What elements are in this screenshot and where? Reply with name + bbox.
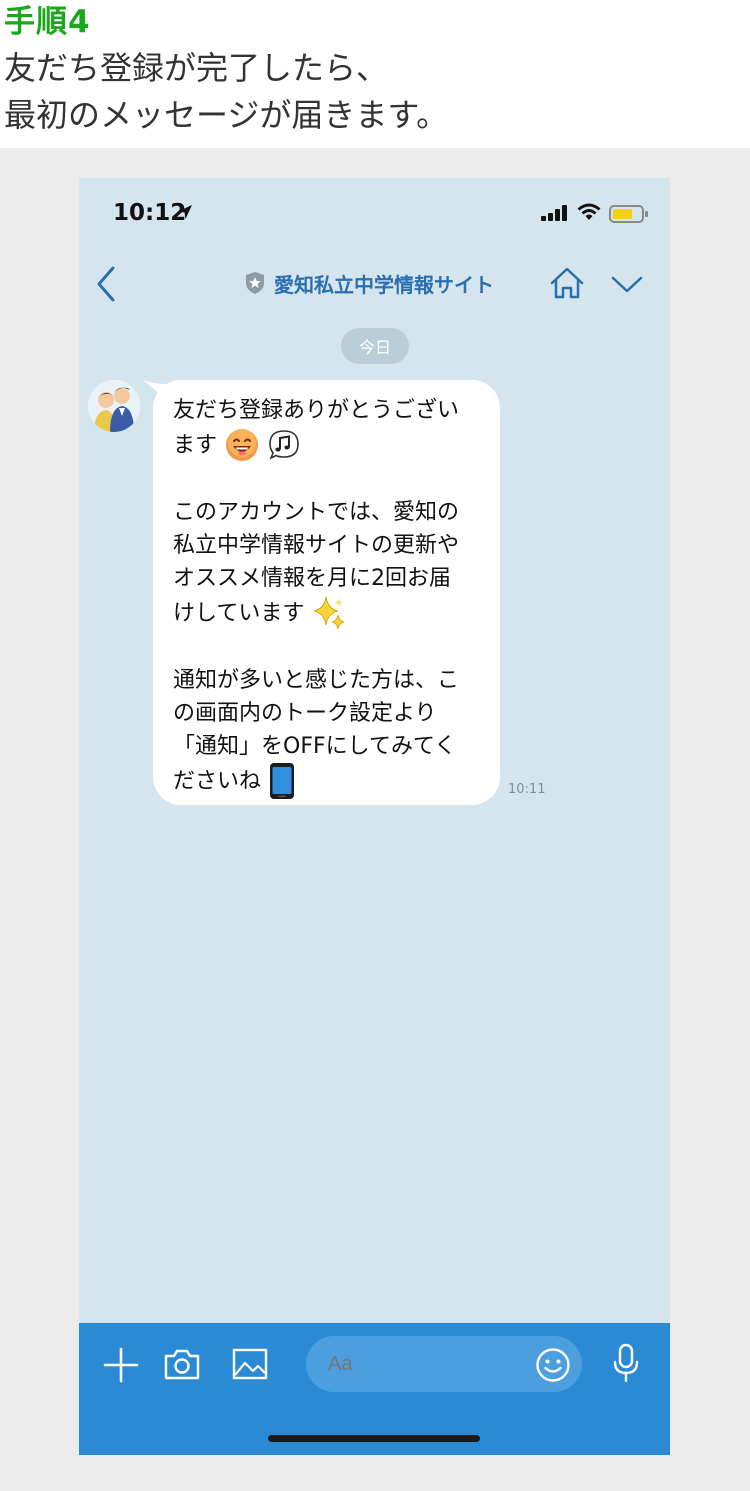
- message-line: 通知が多いと感じた方は、こ: [173, 668, 460, 693]
- back-chevron-icon[interactable]: [93, 264, 119, 304]
- smile-icon[interactable]: [535, 1347, 571, 1383]
- grinning-face-icon: [226, 429, 259, 461]
- message-line: オススメ情報を月に2回お届: [173, 566, 451, 591]
- instruction-header: 手順4 友だち登録が完了したら、 最初のメッセージが届きます。: [0, 0, 750, 148]
- sparkles-icon: [314, 596, 345, 630]
- chat-title[interactable]: 愛知私立中学情報サイト: [244, 268, 494, 298]
- status-bar: 10:12: [79, 178, 670, 250]
- message-line-with-emoji: ださいね: [173, 763, 482, 799]
- mic-icon[interactable]: [611, 1343, 641, 1383]
- message-line-with-emoji: ます: [173, 427, 482, 463]
- date-separator: 今日: [341, 328, 409, 364]
- home-icon[interactable]: [549, 266, 585, 300]
- mobile-phone-icon: [270, 763, 295, 799]
- home-indicator[interactable]: [268, 1435, 480, 1442]
- message-line: 「通知」をOFFにしてみてく: [173, 734, 457, 759]
- image-icon[interactable]: [232, 1348, 268, 1380]
- message-line-text: ます: [173, 432, 218, 458]
- chat-title-label: 愛知私立中学情報サイト: [274, 272, 494, 297]
- message-timestamp: 10:11: [508, 782, 546, 797]
- signal-icon: [541, 205, 567, 221]
- plus-icon[interactable]: [103, 1347, 139, 1383]
- message-bubble[interactable]: 友だち登録ありがとうござい ます このアカウントでは、愛知の 私立中学情報サイト…: [153, 380, 500, 805]
- description-line-1: 友だち登録が完了したら、: [4, 49, 389, 87]
- message-line: 友だち登録ありがとうござい: [173, 398, 460, 423]
- message-line: このアカウントでは、愛知の: [173, 500, 460, 525]
- camera-icon[interactable]: [163, 1347, 201, 1381]
- step-title: 手順4: [4, 4, 91, 40]
- message-line: 私立中学情報サイトの更新や: [173, 533, 460, 558]
- avatar-illustration: [88, 380, 140, 432]
- wifi-icon: [577, 203, 601, 220]
- chevron-down-icon[interactable]: [610, 272, 644, 296]
- message-line-text: ださいね: [173, 768, 262, 794]
- message-input-bar: [79, 1323, 670, 1455]
- shield-star-icon: [246, 272, 264, 294]
- step-description: 友だち登録が完了したら、 最初のメッセージが届きます。: [4, 45, 448, 139]
- battery-icon: [609, 205, 648, 223]
- description-line-2: 最初のメッセージが届きます。: [4, 96, 449, 134]
- chat-nav-bar: 愛知私立中学情報サイト: [79, 250, 670, 320]
- phone-screen: 10:12 愛知私立中学情報サイト 今日 友だち登録ありがとうござい ます この…: [79, 178, 670, 1455]
- message-line-text: けしています: [173, 600, 305, 626]
- location-arrow-icon: [178, 205, 192, 219]
- music-note-bubble-icon: [269, 430, 299, 460]
- avatar[interactable]: [88, 380, 140, 432]
- message-line: の画面内のトーク設定より: [173, 701, 437, 726]
- message-line-with-emoji: けしています: [173, 595, 482, 631]
